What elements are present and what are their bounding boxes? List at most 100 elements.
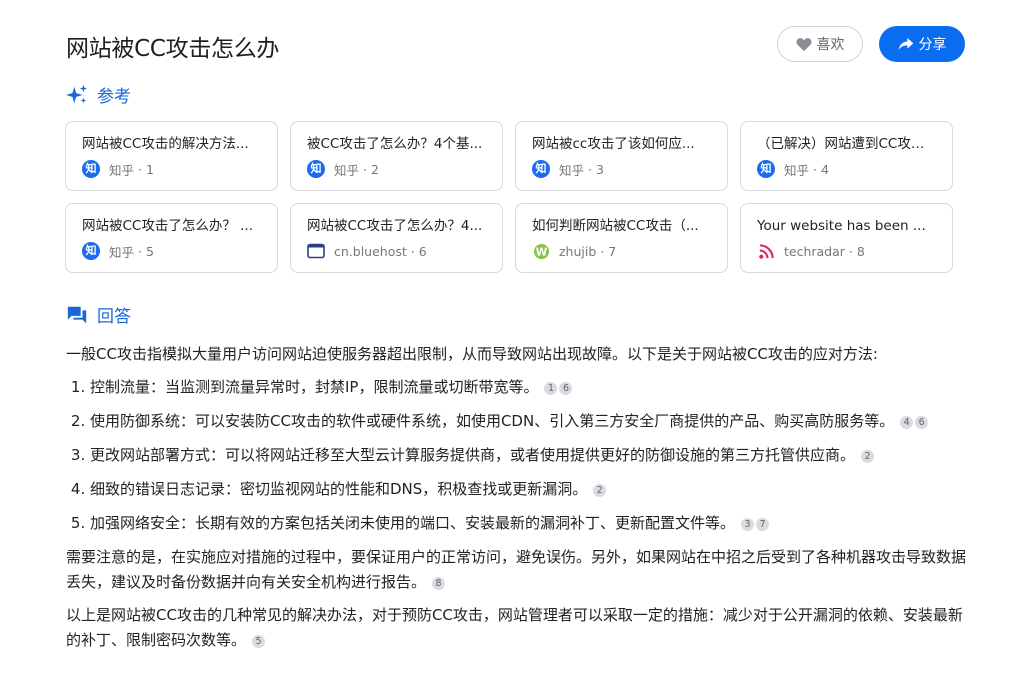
- answer-list-text: 使用防御系统：可以安装防CC攻击的软件或硬件系统，如使用CDN、引入第三方安全厂…: [90, 412, 895, 430]
- citation-group: 8: [430, 573, 446, 591]
- svg-text:W: W: [535, 246, 547, 258]
- reference-index: 6: [418, 243, 427, 259]
- answer-paragraph-3: 以上是网站被CC攻击的几种常见的解决办法，对于预防CC攻击，网站管理者可以采取一…: [66, 603, 966, 653]
- reference-separator: ·: [584, 161, 596, 177]
- reference-card[interactable]: 被CC攻击了怎么办？4个基... 知知乎 · 2: [290, 121, 503, 191]
- answer-list-text: 细致的错误日志记录：密切监视网站的性能和DNS，积极查找或更新漏洞。: [90, 480, 588, 498]
- citation-badge[interactable]: 8: [432, 577, 446, 590]
- reference-index: 2: [370, 161, 379, 177]
- answer-paragraph-2-text: 需要注意的是，在实施应对措施的过程中，要保证用户的正常访问，避免误伤。另外，如果…: [66, 548, 967, 591]
- share-icon: [898, 38, 913, 50]
- heart-icon: [796, 37, 811, 51]
- sparkle-icon: [66, 84, 88, 103]
- reference-separator: ·: [844, 243, 857, 259]
- citation-badge[interactable]: 3: [741, 518, 755, 531]
- citation-badge[interactable]: 5: [252, 635, 266, 648]
- reference-index: 1: [145, 161, 154, 177]
- share-button[interactable]: 分享: [879, 26, 965, 62]
- answer-paragraph-3-text: 以上是网站被CC攻击的几种常见的解决办法，对于预防CC攻击，网站管理者可以采取一…: [66, 606, 963, 649]
- answer-heading: 回答: [66, 302, 131, 327]
- citation-badge[interactable]: 6: [559, 382, 573, 395]
- reference-source-name: 知乎: [109, 162, 135, 178]
- answer-list-item: 加强网络安全：长期有效的方案包括关闭未使用的端口、安装最新的漏洞补丁、更新配置文…: [90, 511, 966, 536]
- reference-source: cn.bluehost · 6: [307, 241, 486, 261]
- reference-card[interactable]: 网站被CC攻击了怎么办？4... cn.bluehost · 6: [290, 203, 503, 273]
- reference-title: （已解决）网站遭到CC攻击...: [757, 136, 936, 152]
- citation-badge[interactable]: 4: [900, 416, 914, 429]
- answer-list-item: 细致的错误日志记录：密切监视网站的性能和DNS，积极查找或更新漏洞。 2: [90, 477, 966, 502]
- zhihu-icon: 知: [757, 160, 775, 178]
- reference-card[interactable]: 网站被CC攻击了怎么办？ ... 知知乎 · 5: [65, 203, 278, 273]
- citation-group: 2: [591, 480, 607, 498]
- reference-index: 5: [145, 243, 154, 259]
- reference-card[interactable]: Your website has been ... techradar · 8: [740, 203, 953, 273]
- citation-badge[interactable]: 6: [915, 416, 929, 429]
- references-heading: 参考: [66, 82, 131, 107]
- rss-icon: [757, 242, 775, 260]
- reference-source: 知知乎 · 2: [307, 159, 486, 179]
- reference-card[interactable]: 网站被CC攻击的解决方法... 知知乎 · 1: [65, 121, 278, 191]
- citation-badge[interactable]: 2: [861, 450, 875, 463]
- reference-source: techradar · 8: [757, 241, 936, 261]
- like-button[interactable]: 喜欢: [777, 26, 863, 62]
- reference-title: 网站被CC攻击的解决方法...: [82, 136, 249, 152]
- reference-separator: ·: [809, 161, 821, 177]
- share-label: 分享: [918, 37, 947, 53]
- like-label: 喜欢: [816, 37, 845, 53]
- answer-paragraph-2: 需要注意的是，在实施应对措施的过程中，要保证用户的正常访问，避免误伤。另外，如果…: [66, 545, 966, 595]
- reference-title: Your website has been ...: [757, 218, 926, 234]
- citation-group: 46: [898, 412, 929, 430]
- reference-cards: 网站被CC攻击的解决方法... 知知乎 · 1 被CC攻击了怎么办？4个基... 知知…: [65, 121, 965, 273]
- references-heading-label: 参考: [97, 87, 131, 107]
- answer-body: 一般CC攻击指模拟大量用户访问网站迫使服务器超出限制，从而导致网站出现故障。以下…: [66, 342, 966, 661]
- chat-icon: [67, 306, 87, 323]
- reference-source-name: zhujib: [559, 243, 597, 259]
- answer-intro: 一般CC攻击指模拟大量用户访问网站迫使服务器超出限制，从而导致网站出现故障。以下…: [66, 345, 878, 363]
- answer-list: 控制流量：当监测到流量异常时，封禁IP，限制流量或切断带宽等。16使用防御系统：…: [66, 375, 966, 536]
- reference-index: 3: [595, 161, 604, 177]
- citation-badge[interactable]: 1: [544, 382, 558, 395]
- reference-source-name: techradar: [784, 243, 845, 259]
- reference-title: 被CC攻击了怎么办？4个基...: [307, 136, 483, 152]
- reference-title: 网站被cc攻击了该如何应...: [532, 136, 695, 152]
- reference-card[interactable]: （已解决）网站遭到CC攻击... 知知乎 · 4: [740, 121, 953, 191]
- reference-source-name: 知乎: [334, 162, 360, 178]
- reference-separator: ·: [359, 161, 371, 177]
- citation-group: 16: [542, 378, 573, 396]
- reference-source-name: cn.bluehost: [334, 243, 407, 259]
- reference-title: 如何判断网站被CC攻击（...: [532, 218, 699, 234]
- reference-card[interactable]: 如何判断网站被CC攻击（... Wzhujib · 7: [515, 203, 728, 273]
- answer-heading-label: 回答: [97, 307, 131, 327]
- answer-list-text: 加强网络安全：长期有效的方案包括关闭未使用的端口、安装最新的漏洞补丁、更新配置文…: [90, 514, 736, 532]
- reference-source-name: 知乎: [109, 244, 135, 260]
- reference-index: 8: [856, 243, 865, 259]
- reference-title: 网站被CC攻击了怎么办？4...: [307, 218, 483, 234]
- reference-source-name: 知乎: [784, 162, 810, 178]
- reference-source: 知知乎 · 5: [82, 241, 261, 261]
- citation-group: 2: [859, 446, 875, 464]
- answer-list-item: 更改网站部署方式：可以将网站迁移至大型云计算服务提供商，或者使用提供更好的防御设…: [90, 443, 966, 468]
- zhihu-icon: 知: [82, 242, 100, 260]
- reference-source: 知知乎 · 4: [757, 159, 936, 179]
- reference-separator: ·: [134, 161, 146, 177]
- citation-group: 37: [739, 514, 770, 532]
- bluehost-icon: [307, 242, 325, 260]
- reference-source-name: 知乎: [559, 162, 585, 178]
- reference-separator: ·: [406, 243, 419, 259]
- citation-group: 5: [250, 631, 266, 649]
- wordpress-icon: W: [532, 242, 550, 260]
- zhihu-icon: 知: [532, 160, 550, 178]
- zhihu-icon: 知: [307, 160, 325, 178]
- citation-badge[interactable]: 7: [756, 518, 770, 531]
- reference-separator: ·: [596, 243, 609, 259]
- header: 网站被CC攻击怎么办 喜欢 分享: [66, 26, 965, 66]
- page-title: 网站被CC攻击怎么办: [66, 36, 280, 62]
- reference-source: 知知乎 · 3: [532, 159, 711, 179]
- reference-card[interactable]: 网站被cc攻击了该如何应... 知知乎 · 3: [515, 121, 728, 191]
- reference-title: 网站被CC攻击了怎么办？ ...: [82, 218, 254, 234]
- answer-list-item: 使用防御系统：可以安装防CC攻击的软件或硬件系统，如使用CDN、引入第三方安全厂…: [90, 409, 966, 434]
- reference-separator: ·: [134, 243, 146, 259]
- answer-list-text: 控制流量：当监测到流量异常时，封禁IP，限制流量或切断带宽等。: [90, 378, 539, 396]
- citation-badge[interactable]: 2: [593, 484, 607, 497]
- reference-index: 4: [820, 161, 829, 177]
